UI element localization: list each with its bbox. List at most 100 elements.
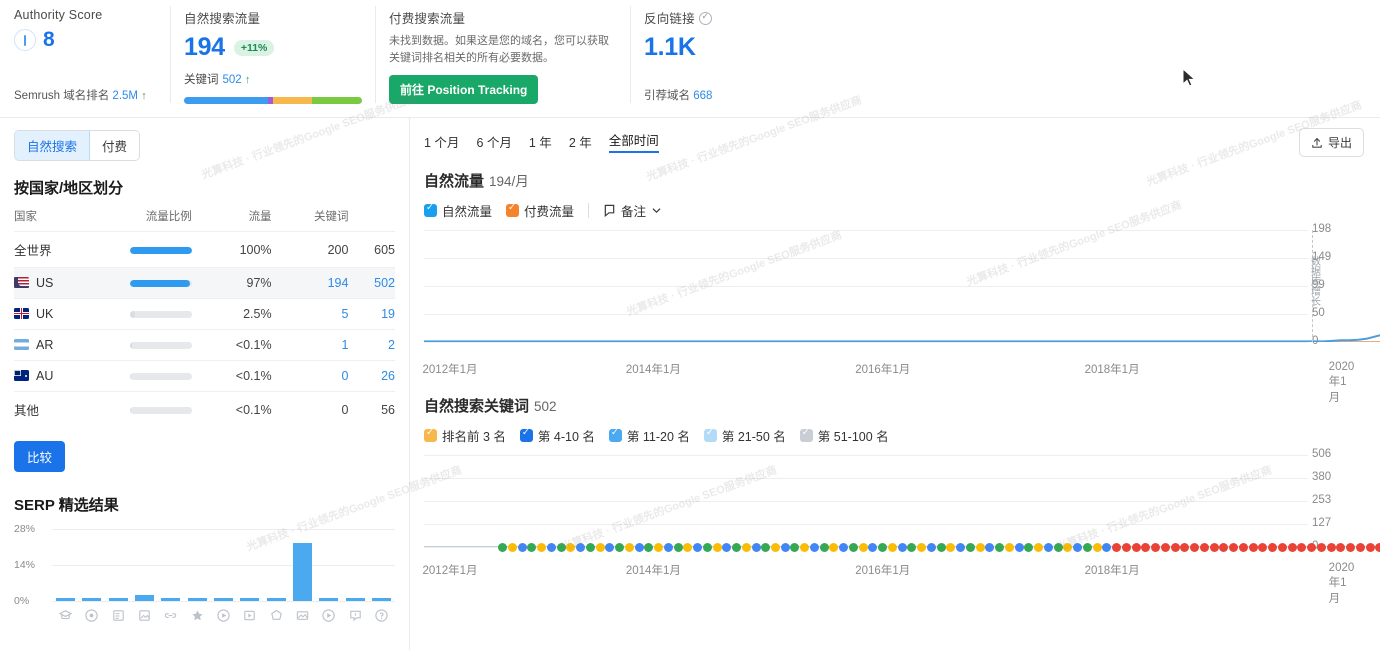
- google-update-marker[interactable]: [1151, 543, 1160, 552]
- google-update-marker[interactable]: [596, 543, 605, 552]
- organic-keywords-value[interactable]: 502: [223, 74, 242, 86]
- serp-image-pack-icon[interactable]: [135, 608, 154, 623]
- google-update-marker[interactable]: [1200, 543, 1209, 552]
- google-update-marker[interactable]: [1229, 543, 1238, 552]
- google-update-marker[interactable]: [800, 543, 809, 552]
- google-update-marker[interactable]: [498, 543, 507, 552]
- cell-traffic[interactable]: 0: [272, 361, 349, 392]
- serp-instant-answer-icon[interactable]: [56, 608, 75, 623]
- legend-item-4[interactable]: 第 51-100 名: [800, 426, 889, 445]
- serp-video-icon[interactable]: [214, 608, 233, 623]
- google-update-marker[interactable]: [917, 543, 926, 552]
- serp-video-carousel-icon[interactable]: [240, 608, 259, 623]
- google-update-marker[interactable]: [644, 543, 653, 552]
- google-update-marker[interactable]: [1258, 543, 1267, 552]
- google-update-marker[interactable]: [615, 543, 624, 552]
- legend-item-1[interactable]: 付费流量: [506, 201, 574, 220]
- serp-bar-news[interactable]: [109, 598, 128, 601]
- google-update-marker[interactable]: [946, 543, 955, 552]
- google-update-marker[interactable]: [1268, 543, 1277, 552]
- google-update-marker[interactable]: [1112, 543, 1121, 552]
- google-update-marker[interactable]: [586, 543, 595, 552]
- google-update-marker[interactable]: [849, 543, 858, 552]
- legend-checkbox[interactable]: [424, 429, 437, 442]
- google-update-marker[interactable]: [1093, 543, 1102, 552]
- google-update-marker[interactable]: [654, 543, 663, 552]
- google-update-marker[interactable]: [713, 543, 722, 552]
- google-update-marker[interactable]: [868, 543, 877, 552]
- table-row[interactable]: AU<0.1%026: [14, 361, 395, 392]
- time-range-0[interactable]: 1 个月: [424, 132, 459, 151]
- google-update-marker[interactable]: [1249, 543, 1258, 552]
- google-update-marker[interactable]: [907, 543, 916, 552]
- serp-bar-video-carousel[interactable]: [240, 598, 259, 601]
- serp-bar-faq[interactable]: [372, 598, 391, 601]
- google-update-marker[interactable]: [508, 543, 517, 552]
- backlinks-value[interactable]: 1.1K: [644, 33, 842, 62]
- serp-bar-carousel[interactable]: [319, 598, 338, 601]
- serp-local-pack-icon[interactable]: [82, 608, 101, 623]
- google-update-marker[interactable]: [927, 543, 936, 552]
- legend-item-0[interactable]: 自然流量: [424, 201, 492, 220]
- google-update-marker[interactable]: [810, 543, 819, 552]
- google-update-marker[interactable]: [790, 543, 799, 552]
- google-update-marker[interactable]: [674, 543, 683, 552]
- serp-bar-sitelinks[interactable]: [161, 598, 180, 601]
- google-update-marker[interactable]: [976, 543, 985, 552]
- cell-keywords[interactable]: 2: [348, 330, 395, 361]
- google-update-marker[interactable]: [1005, 543, 1014, 552]
- google-update-marker[interactable]: [664, 543, 673, 552]
- google-update-marker[interactable]: [722, 543, 731, 552]
- google-update-marker[interactable]: [752, 543, 761, 552]
- google-update-marker[interactable]: [1015, 543, 1024, 552]
- search-type-tab-0[interactable]: 自然搜索: [15, 131, 90, 160]
- time-range-1[interactable]: 6 个月: [476, 132, 511, 151]
- google-update-marker[interactable]: [1132, 543, 1141, 552]
- google-update-marker[interactable]: [781, 543, 790, 552]
- serp-featured-review-icon[interactable]: [346, 608, 365, 623]
- semrush-rank-value[interactable]: 2.5M: [112, 90, 138, 102]
- google-update-marker[interactable]: [859, 543, 868, 552]
- google-update-marker[interactable]: [1375, 543, 1380, 552]
- cell-traffic[interactable]: 5: [272, 299, 349, 330]
- google-update-marker[interactable]: [1063, 543, 1072, 552]
- google-update-marker[interactable]: [518, 543, 527, 552]
- google-update-marker[interactable]: [829, 543, 838, 552]
- google-update-marker[interactable]: [956, 543, 965, 552]
- table-row[interactable]: AR<0.1%12: [14, 330, 395, 361]
- google-update-marker[interactable]: [1356, 543, 1365, 552]
- legend-item-0[interactable]: 排名前 3 名: [424, 426, 506, 445]
- google-update-marker[interactable]: [1366, 543, 1375, 552]
- google-update-marker[interactable]: [547, 543, 556, 552]
- google-update-marker[interactable]: [1288, 543, 1297, 552]
- google-update-marker[interactable]: [1171, 543, 1180, 552]
- search-type-tabs[interactable]: 自然搜索付费: [14, 130, 140, 161]
- google-update-marker[interactable]: [1239, 543, 1248, 552]
- compare-button[interactable]: 比较: [14, 441, 65, 472]
- google-update-marker[interactable]: [1054, 543, 1063, 552]
- google-update-marker[interactable]: [1122, 543, 1131, 552]
- google-update-marker[interactable]: [937, 543, 946, 552]
- referring-domains-value[interactable]: 668: [693, 90, 712, 102]
- google-update-marker[interactable]: [557, 543, 566, 552]
- serp-bar-video[interactable]: [214, 598, 233, 601]
- google-update-marker[interactable]: [1317, 543, 1326, 552]
- google-update-marker[interactable]: [605, 543, 614, 552]
- table-row[interactable]: 其他<0.1%056: [14, 392, 395, 428]
- google-update-marker[interactable]: [995, 543, 1004, 552]
- google-update-marker[interactable]: [1210, 543, 1219, 552]
- google-update-marker[interactable]: [1024, 543, 1033, 552]
- cell-keywords[interactable]: 26: [348, 361, 395, 392]
- google-update-marker[interactable]: [1327, 543, 1336, 552]
- cell-keywords[interactable]: 502: [348, 268, 395, 299]
- google-update-marker[interactable]: [1083, 543, 1092, 552]
- cell-keywords[interactable]: 19: [348, 299, 395, 330]
- legend-checkbox[interactable]: [424, 204, 437, 217]
- google-update-marker[interactable]: [1180, 543, 1189, 552]
- google-update-marker[interactable]: [985, 543, 994, 552]
- google-update-marker[interactable]: [878, 543, 887, 552]
- time-range-3[interactable]: 2 年: [569, 132, 592, 151]
- google-update-marker[interactable]: [625, 543, 634, 552]
- position-tracking-button[interactable]: 前往 Position Tracking: [389, 75, 538, 104]
- serp-featured-snippet-icon[interactable]: [267, 608, 286, 623]
